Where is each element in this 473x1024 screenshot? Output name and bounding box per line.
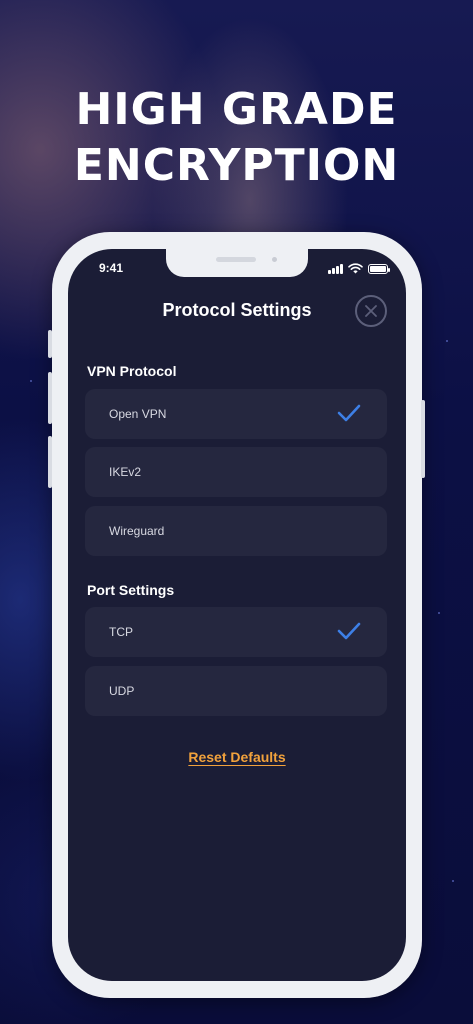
status-icons	[328, 262, 390, 274]
option-label: UDP	[109, 684, 135, 698]
option-open-vpn[interactable]: Open VPN	[85, 389, 387, 439]
option-label: IKEv2	[109, 465, 142, 479]
checkmark-icon	[337, 404, 361, 422]
option-label: Wireguard	[109, 524, 165, 538]
headline-line-1: HIGH GRADE	[75, 84, 398, 135]
star-dot	[446, 340, 448, 342]
speaker	[216, 257, 256, 262]
reset-defaults-link[interactable]: Reset Defaults	[188, 749, 285, 765]
phone-side-button	[421, 400, 425, 478]
vpn-protocol-label: VPN Protocol	[87, 363, 177, 379]
phone-side-button	[48, 436, 52, 488]
close-icon	[365, 305, 377, 317]
option-label: TCP	[109, 625, 133, 639]
option-tcp[interactable]: TCP	[85, 607, 387, 657]
option-wireguard[interactable]: Wireguard	[85, 506, 387, 556]
status-time: 9:41	[99, 261, 124, 275]
option-udp[interactable]: UDP	[85, 666, 387, 716]
reset-container: Reset Defaults	[68, 749, 406, 767]
headline-line-2: ENCRYPTION	[73, 140, 400, 191]
option-label: Open VPN	[109, 407, 167, 421]
star-dot	[452, 880, 454, 882]
close-button[interactable]	[355, 295, 387, 327]
wifi-icon	[348, 263, 363, 274]
star-dot	[438, 612, 440, 614]
battery-icon	[368, 264, 390, 274]
phone-side-button	[48, 372, 52, 424]
phone-side-button	[48, 330, 52, 358]
star-dot	[30, 380, 32, 382]
checkmark-icon	[337, 622, 361, 640]
option-ikev2[interactable]: IKEv2	[85, 447, 387, 497]
camera	[272, 257, 277, 262]
phone-screen: 9:41 Protocol Settings VPN Protocol Open…	[68, 249, 406, 981]
signal-icon	[328, 264, 343, 274]
port-settings-label: Port Settings	[87, 582, 175, 598]
headline: HIGH GRADE ENCRYPTION	[0, 82, 473, 194]
notch	[166, 249, 308, 277]
